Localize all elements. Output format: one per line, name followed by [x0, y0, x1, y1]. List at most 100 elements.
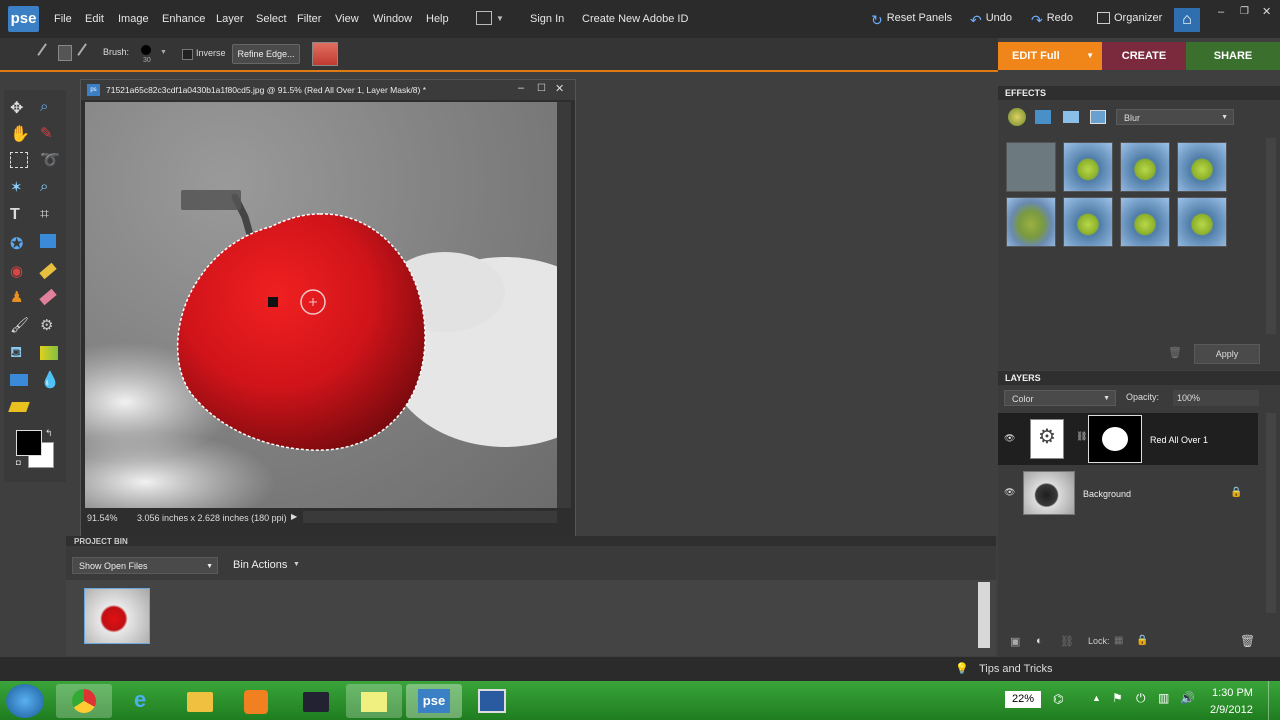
sign-in-link[interactable]: Sign In: [530, 13, 564, 25]
mask-link-icon[interactable]: ⛓: [1076, 431, 1087, 442]
blend-mode-select[interactable]: Color ▼: [1004, 390, 1116, 406]
taskbar-movie-maker[interactable]: [464, 684, 520, 718]
effect-thumb-5[interactable]: [1006, 197, 1056, 247]
healing-brush-tool-icon[interactable]: [39, 262, 57, 280]
arrange-dropdown-icon[interactable]: ▼: [496, 14, 504, 23]
taskbar-sticky-notes[interactable]: [346, 684, 402, 718]
close-app-icon[interactable]: ✕: [1262, 5, 1271, 18]
gradient-tool-icon[interactable]: [40, 346, 58, 360]
layer-visibility-eye-icon[interactable]: 👁: [1004, 433, 1015, 444]
menu-image[interactable]: Image: [118, 13, 149, 25]
arrange-icon[interactable]: [476, 11, 492, 25]
taskbar-photoshop-elements[interactable]: pse: [406, 684, 462, 718]
delete-effect-icon[interactable]: 🗑: [1168, 346, 1182, 359]
paint-bucket-tool-icon[interactable]: ⛾: [10, 344, 30, 364]
face-thumbnail-icon[interactable]: [312, 42, 338, 66]
layer-mask-thumbnail[interactable]: [1088, 415, 1142, 463]
brush-dropdown-icon[interactable]: ▼: [160, 49, 167, 56]
effect-thumb-3[interactable]: [1120, 142, 1170, 192]
show-open-files-select[interactable]: Show Open Files ▼: [72, 557, 218, 574]
eraser-tool-icon[interactable]: [39, 288, 57, 306]
apply-button[interactable]: Apply: [1194, 344, 1260, 364]
adjustment-layer-icon[interactable]: ⚙: [1030, 419, 1064, 459]
minimize-app-icon[interactable]: –: [1218, 6, 1224, 18]
tab-share[interactable]: SHARE: [1186, 42, 1280, 70]
recompose-tool-icon[interactable]: [40, 234, 56, 248]
zoom-level[interactable]: 91.54%: [87, 513, 118, 523]
selection-tool-overlay[interactable]: [181, 190, 241, 210]
battery-icon[interactable]: ⌬: [1053, 692, 1063, 706]
volume-icon[interactable]: 🔊: [1180, 691, 1195, 705]
home-icon[interactable]: ⌂: [1174, 8, 1200, 32]
tab-edit-full[interactable]: EDIT Full ▼: [998, 42, 1102, 70]
edit-dropdown-icon[interactable]: ▼: [1086, 42, 1094, 70]
create-adobe-id-link[interactable]: Create New Adobe ID: [582, 13, 688, 25]
link-layers-icon[interactable]: ⛓: [1060, 635, 1074, 648]
doc-maximize-icon[interactable]: ☐: [537, 83, 546, 94]
brush-preview-icon[interactable]: [141, 45, 151, 55]
effect-thumb-7[interactable]: [1120, 197, 1170, 247]
image-canvas[interactable]: [85, 102, 557, 508]
menu-edit[interactable]: Edit: [85, 13, 104, 25]
effects-title[interactable]: EFFECTS: [998, 86, 1280, 100]
effect-thumb-1[interactable]: [1006, 142, 1056, 192]
effect-thumb-8[interactable]: [1177, 197, 1227, 247]
organizer-button[interactable]: Organizer: [1097, 12, 1162, 25]
layers-scrollbar[interactable]: [1266, 413, 1276, 613]
adjustment-layer-button-icon[interactable]: ◐: [1036, 635, 1043, 647]
bin-actions-menu[interactable]: Bin Actions: [233, 559, 287, 571]
doc-close-icon[interactable]: ✕: [555, 82, 564, 95]
app-logo[interactable]: pse: [8, 6, 39, 32]
brush-tool-icon[interactable]: 🖌: [10, 316, 30, 336]
info-dropdown-icon[interactable]: ▶: [291, 512, 297, 521]
clone-stamp-tool-icon[interactable]: ♟: [10, 288, 30, 308]
restore-app-icon[interactable]: ❐: [1240, 6, 1249, 17]
menu-filter[interactable]: Filter: [297, 13, 321, 25]
clock-time[interactable]: 1:30 PM: [1212, 687, 1253, 699]
inverse-checkbox[interactable]: [182, 49, 193, 60]
quick-selection-icon[interactable]: [37, 43, 57, 63]
new-layer-icon[interactable]: ▣: [1010, 635, 1020, 648]
start-button-icon[interactable]: [6, 684, 44, 718]
zoom-tool-icon[interactable]: ⌕: [40, 98, 60, 118]
sponge-tool-icon[interactable]: [8, 402, 30, 412]
taskbar-explorer[interactable]: [172, 684, 228, 718]
menu-select[interactable]: Select: [256, 13, 287, 25]
shape-tool-icon[interactable]: [10, 374, 28, 386]
undo-button[interactable]: ↶ Undo: [970, 12, 1012, 28]
refine-edge-button[interactable]: Refine Edge...: [232, 44, 300, 64]
lock-transparent-icon[interactable]: ▦: [1114, 635, 1123, 646]
type-tool-icon[interactable]: T: [10, 206, 30, 226]
battery-indicator[interactable]: 22%: [1005, 691, 1041, 708]
tips-and-tricks-link[interactable]: Tips and Tricks: [979, 663, 1053, 675]
smart-brush-tool-icon[interactable]: ⚙: [40, 316, 60, 336]
hand-tool-icon[interactable]: ✋: [10, 124, 30, 144]
red-eye-tool-icon[interactable]: ◉: [10, 262, 30, 282]
magic-wand-tool-icon[interactable]: ✶: [10, 178, 30, 198]
menu-layer[interactable]: Layer: [216, 13, 244, 25]
bin-scrollbar[interactable]: [978, 582, 990, 648]
bin-thumbnail-apple[interactable]: [84, 588, 150, 644]
show-desktop-button[interactable]: [1268, 681, 1280, 720]
clock-date[interactable]: 2/9/2012: [1210, 704, 1253, 716]
effect-thumb-6[interactable]: [1063, 197, 1113, 247]
swap-colors-icon[interactable]: ↰: [45, 428, 53, 439]
photo-effects-icon[interactable]: [1063, 111, 1079, 123]
taskbar-app-dark[interactable]: [288, 684, 344, 718]
add-selection-icon[interactable]: [58, 45, 72, 61]
lock-all-icon[interactable]: 🔒: [1136, 635, 1148, 646]
menu-enhance[interactable]: Enhance: [162, 13, 205, 25]
lasso-tool-icon[interactable]: ➰: [40, 150, 60, 170]
effect-thumb-4[interactable]: [1177, 142, 1227, 192]
effect-thumb-2[interactable]: [1063, 142, 1113, 192]
quick-selection-tool-icon[interactable]: ⌕: [40, 178, 60, 198]
layer-styles-icon[interactable]: [1035, 110, 1051, 124]
menu-help[interactable]: Help: [426, 13, 449, 25]
doc-minimize-icon[interactable]: –: [518, 82, 524, 94]
eyedropper-tool-icon[interactable]: ✎: [40, 124, 60, 144]
layer-row-background[interactable]: 👁 Background 🔒: [998, 467, 1258, 519]
marquee-tool-icon[interactable]: [10, 152, 28, 168]
effects-category-select[interactable]: Blur ▼: [1116, 109, 1234, 125]
move-tool-icon[interactable]: ✥: [10, 98, 30, 118]
tab-create[interactable]: CREATE: [1102, 42, 1186, 70]
